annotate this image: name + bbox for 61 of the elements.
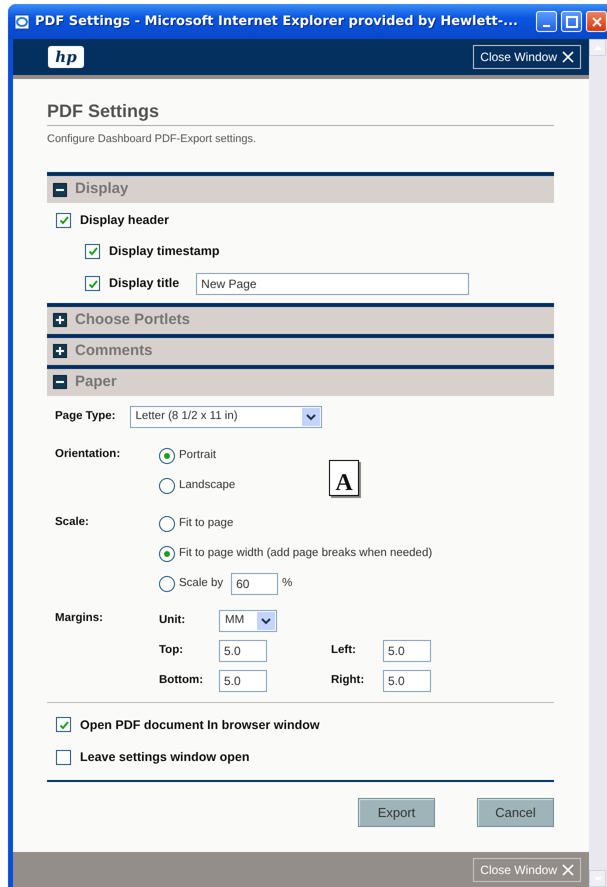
- radio-label: Fit to page width (add page breaks when needed): [179, 546, 432, 561]
- checkbox-label: Open PDF document In browser window: [80, 716, 320, 734]
- field-label: Unit:: [159, 612, 186, 628]
- checkbox[interactable]: [85, 244, 100, 259]
- field-label: Left:: [331, 642, 357, 658]
- field-label: Margins:: [55, 610, 104, 626]
- maximize-icon: [566, 16, 578, 28]
- expand-icon: [53, 344, 67, 358]
- caret-icon: [304, 412, 316, 422]
- margin-input[interactable]: 5.0: [219, 640, 267, 662]
- checkbox-label: Display header: [80, 212, 169, 230]
- cancel-button[interactable]: Cancel: [477, 798, 554, 828]
- unit-label: %: [282, 576, 292, 591]
- page-preview-icon: A: [329, 460, 359, 496]
- radio-button[interactable]: [159, 448, 175, 464]
- logo: hp: [48, 46, 84, 68]
- collapse-icon: [53, 375, 67, 390]
- minimize-button[interactable]: [536, 11, 557, 32]
- page-title: PDF Settings: [47, 101, 554, 126]
- field-label: Top:: [159, 642, 184, 658]
- close-icon: [562, 864, 574, 876]
- browser-icon: [14, 14, 30, 30]
- radio-label: Landscape: [179, 478, 236, 493]
- close-window-button[interactable]: Close Window: [473, 45, 581, 69]
- unit-select[interactable]: MM: [219, 610, 277, 632]
- window-title: PDF Settings - Microsoft Internet Explorer provided by Hewlett-...: [35, 12, 518, 31]
- field-label: Page Type:: [55, 408, 116, 424]
- margin-input[interactable]: 5.0: [383, 640, 431, 662]
- field-label: Orientation:: [55, 446, 122, 462]
- close-button[interactable]: [586, 11, 607, 32]
- page-type-select[interactable]: Letter (8 1/2 x 11 in): [130, 406, 322, 428]
- checkbox-label: Display title: [109, 275, 180, 292]
- caret-icon: [260, 616, 272, 626]
- radio-button[interactable]: [159, 478, 175, 494]
- field-label: Right:: [331, 672, 366, 688]
- radio-label: Fit to page: [179, 516, 234, 531]
- radio-label: Scale by: [179, 576, 224, 591]
- radio-button[interactable]: [159, 546, 175, 562]
- maximize-button[interactable]: [561, 11, 582, 32]
- expand-icon: [53, 313, 67, 328]
- title-input[interactable]: New Page: [196, 272, 470, 295]
- checkbox[interactable]: [85, 276, 100, 292]
- checkbox[interactable]: [56, 750, 71, 766]
- field-label: Bottom:: [159, 672, 204, 688]
- checkbox-label: Leave settings window open: [80, 749, 250, 766]
- minimize-icon: [543, 25, 550, 27]
- page-subtitle: Configure Dashboard PDF-Export settings.: [47, 132, 258, 147]
- checkbox[interactable]: [56, 212, 71, 228]
- radio-button[interactable]: [159, 516, 175, 532]
- field-label: Scale:: [55, 514, 90, 530]
- checkbox-label: Display timestamp: [109, 242, 220, 260]
- export-button[interactable]: Export: [358, 798, 435, 828]
- radio-button[interactable]: [159, 576, 175, 592]
- checkbox[interactable]: [56, 717, 71, 732]
- margin-input[interactable]: 5.0: [383, 670, 431, 692]
- scale-input[interactable]: 60: [231, 572, 278, 595]
- close-icon: [590, 16, 602, 28]
- collapse-icon: [53, 182, 67, 197]
- margin-input[interactable]: 5.0: [219, 670, 267, 692]
- close-icon: [562, 51, 574, 63]
- radio-label: Portrait: [179, 448, 216, 463]
